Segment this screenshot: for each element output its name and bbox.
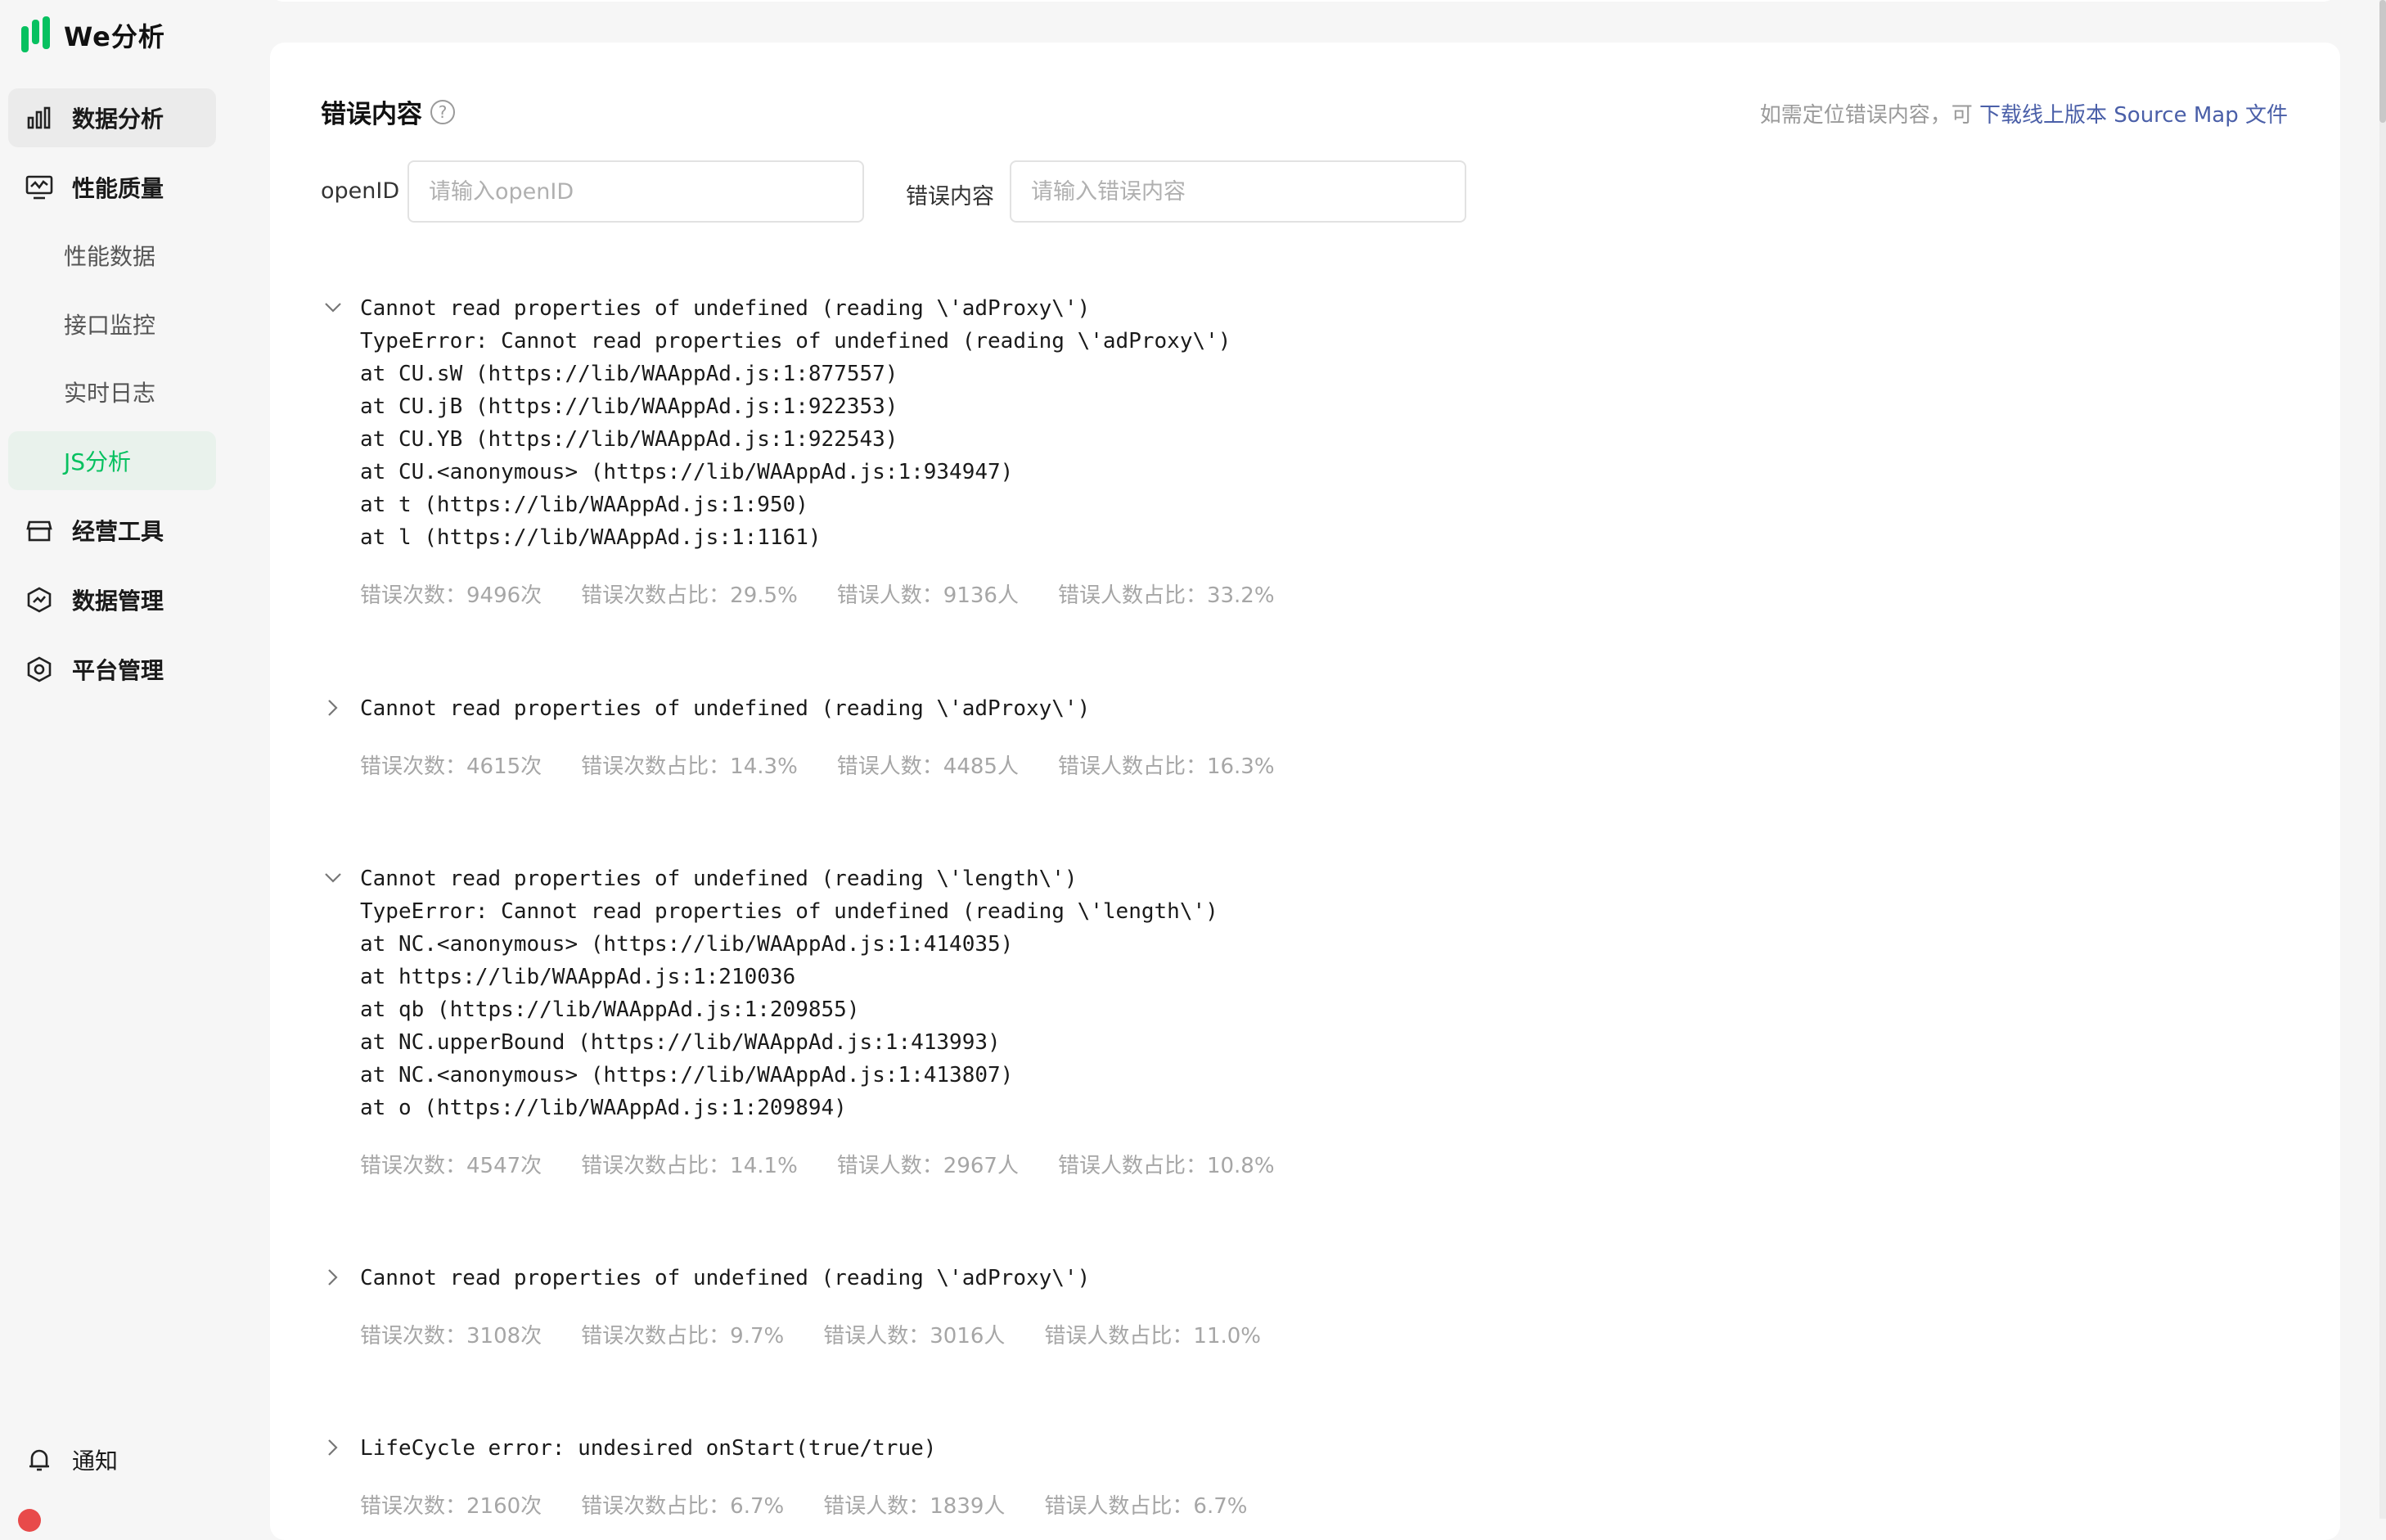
error-users: 错误人数：1839人 (823, 1494, 1006, 1519)
error-count: 错误次数：4547次 (360, 1154, 542, 1178)
error-group: LifeCycle error: undesired onStart(true/… (321, 1432, 2285, 1520)
sidebar-item-business-tools[interactable]: 经营工具 (8, 501, 216, 560)
app-logo[interactable]: We分析 (20, 15, 165, 56)
error-group: Cannot read properties of undefined (rea… (321, 1262, 2285, 1349)
error-count-ratio: 错误次数占比：6.7% (581, 1494, 785, 1519)
chevron-right-icon[interactable] (321, 696, 345, 720)
sidebar-item-label: 接口监控 (64, 312, 156, 339)
error-group: Cannot read properties of undefined (rea… (321, 692, 2285, 780)
help-icon[interactable]: ? (430, 99, 455, 124)
error-count: 错误次数：9496次 (360, 583, 542, 608)
error-stats: 错误次数：3108次 错误次数占比：9.7% 错误人数：3016人 错误人数占比… (360, 1319, 2285, 1349)
chevron-right-icon[interactable] (321, 1435, 345, 1460)
error-count: 错误次数：4615次 (360, 754, 542, 779)
error-count: 错误次数：2160次 (360, 1494, 542, 1519)
error-content-label: 错误内容 (906, 184, 994, 209)
error-users-ratio: 错误人数占比：11.0% (1044, 1324, 1262, 1349)
monitor-icon (23, 171, 56, 204)
error-users-ratio: 错误人数占比：6.7% (1044, 1494, 1248, 1519)
error-users: 错误人数：4485人 (836, 754, 1019, 779)
error-stack-trace[interactable]: LifeCycle error: undesired onStart(true/… (360, 1432, 2285, 1465)
error-users: 错误人数：2967人 (836, 1154, 1019, 1178)
error-group: Cannot read properties of undefined (rea… (321, 862, 2285, 1179)
hint-text: 如需定位错误内容，可 (1759, 103, 1980, 128)
sidebar-item-performance-quality[interactable]: 性能质量 (8, 158, 216, 217)
error-stats: 错误次数：4615次 错误次数占比：14.3% 错误人数：4485人 错误人数占… (360, 750, 2285, 780)
openid-label: openID (321, 178, 400, 204)
sidebar-item-label: JS分析 (64, 448, 132, 475)
error-stats: 错误次数：9496次 错误次数占比：29.5% 错误人数：9136人 错误人数占… (360, 579, 2285, 609)
sidebar-item-label: 平台管理 (72, 657, 164, 684)
sidebar-item-label: 性能质量 (72, 175, 164, 202)
we-analysis-logo-icon (21, 16, 50, 52)
section-header: 错误内容 ? (321, 93, 455, 130)
error-users-ratio: 错误人数占比：10.8% (1057, 1154, 1275, 1178)
sidebar-item-api-monitor[interactable]: 接口监控 (8, 295, 216, 353)
page-title: 错误内容 (321, 100, 422, 129)
sidebar-item-platform-management[interactable]: 平台管理 (8, 640, 216, 699)
error-stats: 错误次数：4547次 错误次数占比：14.1% 错误人数：2967人 错误人数占… (360, 1149, 2285, 1179)
chevron-down-icon[interactable] (321, 295, 345, 320)
error-count: 错误次数：3108次 (360, 1324, 542, 1349)
error-group: Cannot read properties of undefined (rea… (321, 292, 2285, 609)
sidebar-item-label: 经营工具 (72, 518, 164, 545)
error-users: 错误人数：3016人 (823, 1324, 1006, 1349)
sourcemap-hint: 如需定位错误内容，可 下载线上版本 Source Map 文件 (1760, 98, 2288, 128)
error-count-ratio: 错误次数占比：14.1% (581, 1154, 798, 1178)
error-count-ratio: 错误次数占比：9.7% (581, 1324, 785, 1349)
error-count-ratio: 错误次数占比：29.5% (581, 583, 798, 608)
sidebar-item-label: 性能数据 (64, 243, 156, 270)
notification-button[interactable]: 通知 (8, 1430, 216, 1489)
error-stack-trace[interactable]: Cannot read properties of undefined (rea… (360, 292, 2285, 554)
chevron-right-icon[interactable] (321, 1265, 345, 1290)
app-name: We分析 (64, 21, 165, 52)
store-icon (23, 514, 56, 547)
error-content-card: 错误内容 ? 如需定位错误内容，可 下载线上版本 Source Map 文件 o… (270, 43, 2340, 1540)
error-stack-trace[interactable]: Cannot read properties of undefined (rea… (360, 862, 2285, 1124)
bar-chart-icon (23, 101, 56, 134)
error-stack-trace[interactable]: Cannot read properties of undefined (rea… (360, 1262, 2285, 1295)
openid-input[interactable] (407, 160, 864, 223)
hexagon-settings-icon (23, 653, 56, 686)
sidebar-item-data-analysis[interactable]: 数据分析 (8, 88, 216, 147)
error-stack-trace[interactable]: Cannot read properties of undefined (rea… (360, 692, 2285, 725)
scrollbar-thumb[interactable] (2379, 0, 2386, 123)
sidebar-item-label: 实时日志 (64, 380, 156, 407)
sidebar-item-data-management[interactable]: 数据管理 (8, 570, 216, 629)
error-stats: 错误次数：2160次 错误次数占比：6.7% 错误人数：1839人 错误人数占比… (360, 1489, 2285, 1520)
page-scrollbar[interactable] (2379, 0, 2386, 1519)
chevron-down-icon[interactable] (321, 866, 345, 890)
error-content-input[interactable] (1010, 160, 1466, 223)
data-shield-icon (23, 583, 56, 616)
sidebar-item-js-analysis[interactable]: JS分析 (8, 431, 216, 490)
sidebar: We分析 数据分析 性能质量 性能数据 接口监控 实时日志 JS分析 经营工具 … (0, 0, 250, 1532)
notification-label: 通知 (72, 1448, 119, 1475)
sidebar-item-label: 数据管理 (72, 588, 164, 615)
download-sourcemap-link[interactable]: 下载线上版本 Source Map 文件 (1979, 103, 2288, 128)
user-avatar[interactable] (18, 1509, 41, 1532)
error-count-ratio: 错误次数占比：14.3% (581, 754, 798, 779)
sidebar-item-realtime-log[interactable]: 实时日志 (8, 362, 216, 421)
top-card-edge (270, 0, 2337, 2)
error-users-ratio: 错误人数占比：16.3% (1057, 754, 1275, 779)
error-users-ratio: 错误人数占比：33.2% (1057, 583, 1275, 608)
sidebar-item-performance-data[interactable]: 性能数据 (8, 226, 216, 285)
sidebar-item-label: 数据分析 (72, 106, 164, 133)
error-users: 错误人数：9136人 (836, 583, 1019, 608)
bell-icon (23, 1443, 56, 1476)
